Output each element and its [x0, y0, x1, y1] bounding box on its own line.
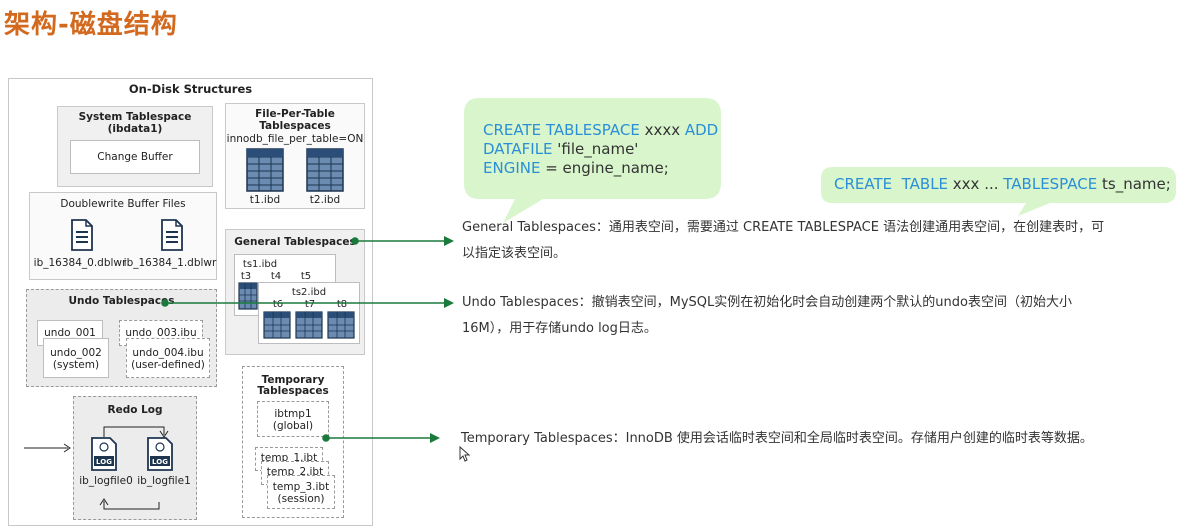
code-text: xxxx — [639, 121, 685, 139]
code-text: xxx ... — [948, 175, 1004, 193]
code-keyword: ENGINE — [483, 159, 541, 177]
code-text: ts_name; — [1097, 175, 1171, 193]
code-bubble-1: CREATE TABLESPACE xxxx ADD DATAFILE 'fil… — [483, 121, 718, 178]
general-desc-line1: General Tablespaces：通用表空间，需要通过 CREATE TA… — [462, 220, 1105, 235]
general-description: General Tablespaces：通用表空间，需要通过 CREATE TA… — [462, 215, 1182, 267]
code-bubble-2: CREATE TABLE xxx ... TABLESPACE ts_name; — [834, 175, 1171, 194]
undo-desc-line2: 16M），用于存储undo log日志。 — [462, 321, 657, 336]
code-text: = engine_name; — [540, 159, 669, 177]
code-keyword: CREATE TABLESPACE — [483, 121, 640, 139]
code-keyword: ADD — [684, 121, 719, 139]
code-keyword: TABLESPACE — [1003, 175, 1098, 193]
mouse-cursor-icon — [459, 446, 471, 462]
temp-desc-line1: Temporary Tablespaces：InnoDB 使用会话临时表空间和全… — [461, 431, 1093, 446]
general-desc-line2: 以指定该表空间。 — [462, 246, 567, 261]
undo-desc-line1: Undo Tablespaces：撤销表空间，MySQL实例在初始化时会自动创建… — [462, 295, 1072, 310]
temporary-description: Temporary Tablespaces：InnoDB 使用会话临时表空间和全… — [461, 426, 1181, 452]
code-text: 'file_name' — [552, 140, 639, 158]
code-keyword: DATAFILE — [483, 140, 553, 158]
undo-description: Undo Tablespaces：撤销表空间，MySQL实例在初始化时会自动创建… — [462, 290, 1182, 342]
code-keyword: CREATE TABLE — [834, 175, 949, 193]
